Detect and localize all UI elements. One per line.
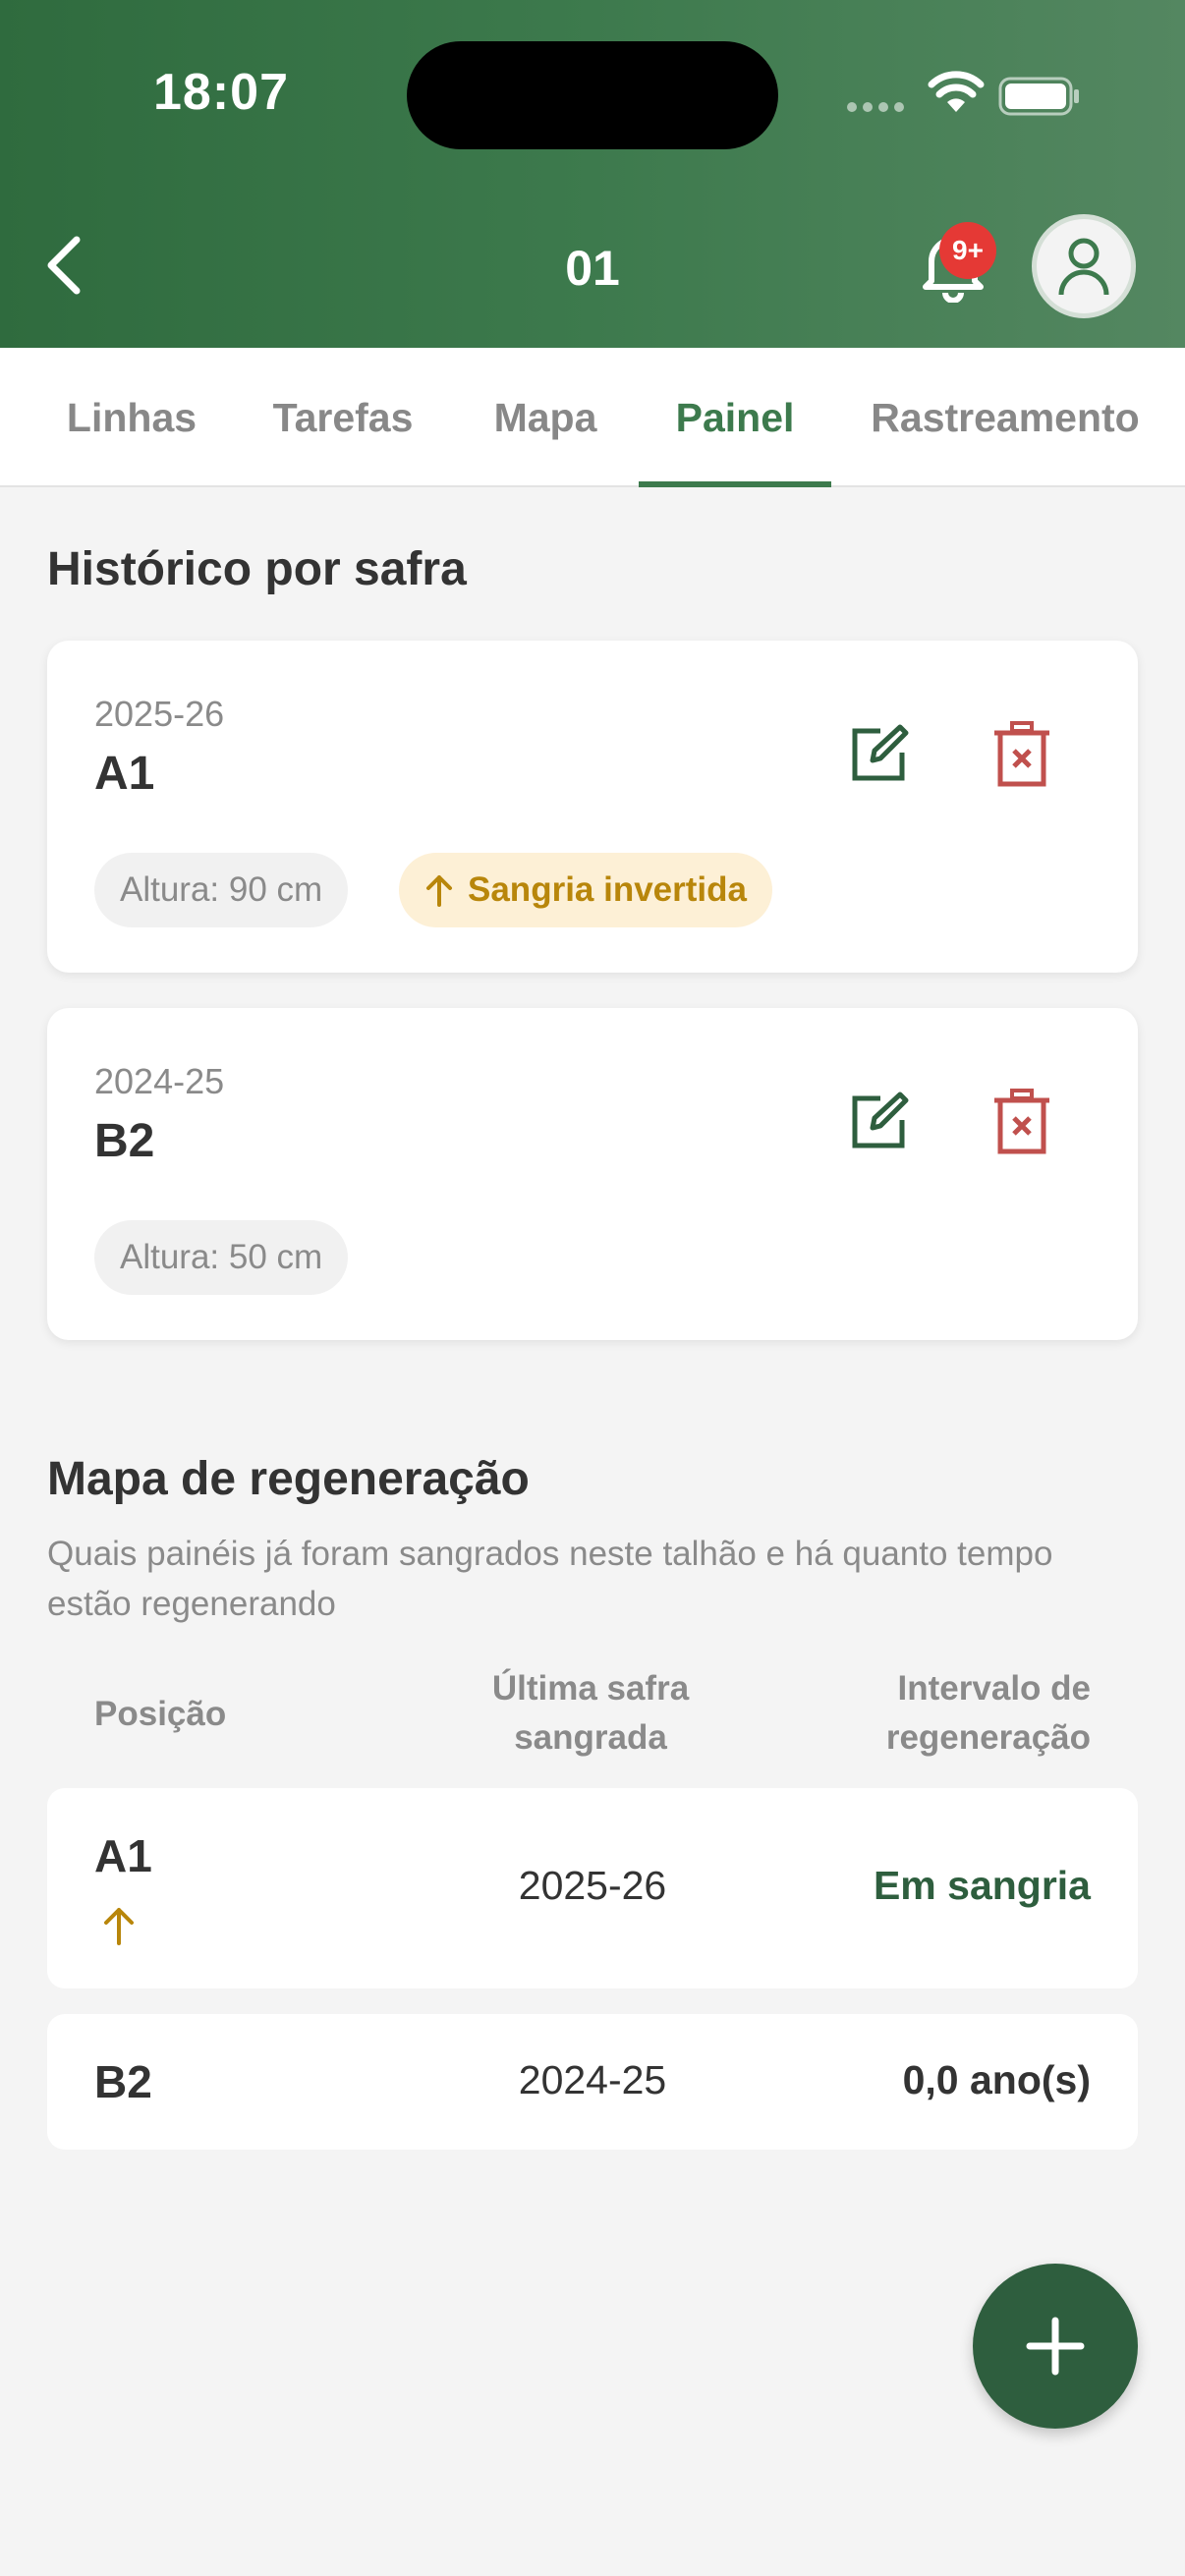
- table-row: A1 2025-26 Em sangria: [47, 1788, 1138, 1988]
- height-chip: Altura: 50 cm: [94, 1220, 349, 1295]
- edit-icon[interactable]: [847, 1091, 910, 1153]
- arrow-up-icon: [426, 875, 452, 907]
- tab-bar: Linhas Tarefas Mapa Painel Rastreamento: [0, 348, 1185, 487]
- user-icon: [1058, 238, 1109, 296]
- add-button[interactable]: [973, 2264, 1138, 2429]
- card-position: A1: [94, 748, 155, 800]
- card-season: 2024-25: [94, 1061, 225, 1101]
- header-interval-line1: Intervalo de: [897, 1669, 1091, 1708]
- tab-tarefas[interactable]: Tarefas: [254, 348, 432, 487]
- app-header: 18:07 01 9+: [0, 0, 1185, 348]
- history-card: 2024-25 B2 Altura: 50 cm: [47, 1008, 1138, 1340]
- row-interval: Em sangria: [873, 1863, 1091, 1908]
- status-time: 18:07: [153, 64, 289, 121]
- chip-label: Sangria invertida: [468, 870, 747, 909]
- row-season: 2025-26: [518, 1863, 667, 1908]
- status-bar: 18:07: [0, 0, 1185, 187]
- history-title: Histórico por safra: [47, 543, 467, 595]
- row-position: B2: [94, 2056, 152, 2107]
- user-avatar[interactable]: [1032, 214, 1136, 318]
- edit-icon[interactable]: [847, 723, 910, 786]
- cellular-signal-icon: [847, 102, 904, 112]
- table-row: B2 2024-25 0,0 ano(s): [47, 2014, 1138, 2150]
- tab-painel[interactable]: Painel: [639, 348, 831, 487]
- row-position: A1: [94, 1830, 152, 1881]
- arrow-up-icon: [104, 1908, 134, 1945]
- history-card: 2025-26 A1 Altura: 90 cm Sangria inverti…: [47, 641, 1138, 973]
- row-season: 2024-25: [518, 2057, 667, 2102]
- header-interval: Intervalo de regeneração: [886, 1664, 1091, 1763]
- regeneration-subtitle: Quais painéis já foram sangrados neste t…: [47, 1535, 1053, 1623]
- active-tab-indicator: [639, 481, 831, 487]
- delete-icon[interactable]: [990, 721, 1053, 788]
- header-position: Posição: [94, 1695, 227, 1733]
- inverted-tapping-chip: Sangria invertida: [399, 853, 772, 927]
- wifi-icon: [928, 71, 985, 112]
- delete-icon[interactable]: [990, 1089, 1053, 1155]
- tab-mapa[interactable]: Mapa: [472, 348, 619, 487]
- header-interval-line2: regeneração: [885, 1718, 1091, 1757]
- header-last-season-line2: sangrada: [514, 1718, 667, 1757]
- plus-icon: [1026, 2317, 1085, 2376]
- row-interval: 0,0 ano(s): [902, 2057, 1091, 2102]
- notification-badge: 9+: [939, 222, 996, 279]
- header-last-season-line1: Última safra: [491, 1669, 690, 1708]
- card-season: 2025-26: [94, 694, 225, 734]
- height-chip: Altura: 90 cm: [94, 853, 349, 927]
- page-title: 01: [565, 241, 620, 296]
- card-position: B2: [94, 1115, 155, 1167]
- nav-bar: 01 9+: [0, 206, 1185, 324]
- dynamic-island: [407, 41, 778, 149]
- tab-rastreamento[interactable]: Rastreamento: [853, 348, 1157, 487]
- regeneration-title: Mapa de regeneração: [47, 1453, 530, 1505]
- header-last-season: Última safra sangrada: [398, 1664, 783, 1763]
- battery-icon: [998, 77, 1079, 116]
- tab-linhas[interactable]: Linhas: [43, 348, 220, 487]
